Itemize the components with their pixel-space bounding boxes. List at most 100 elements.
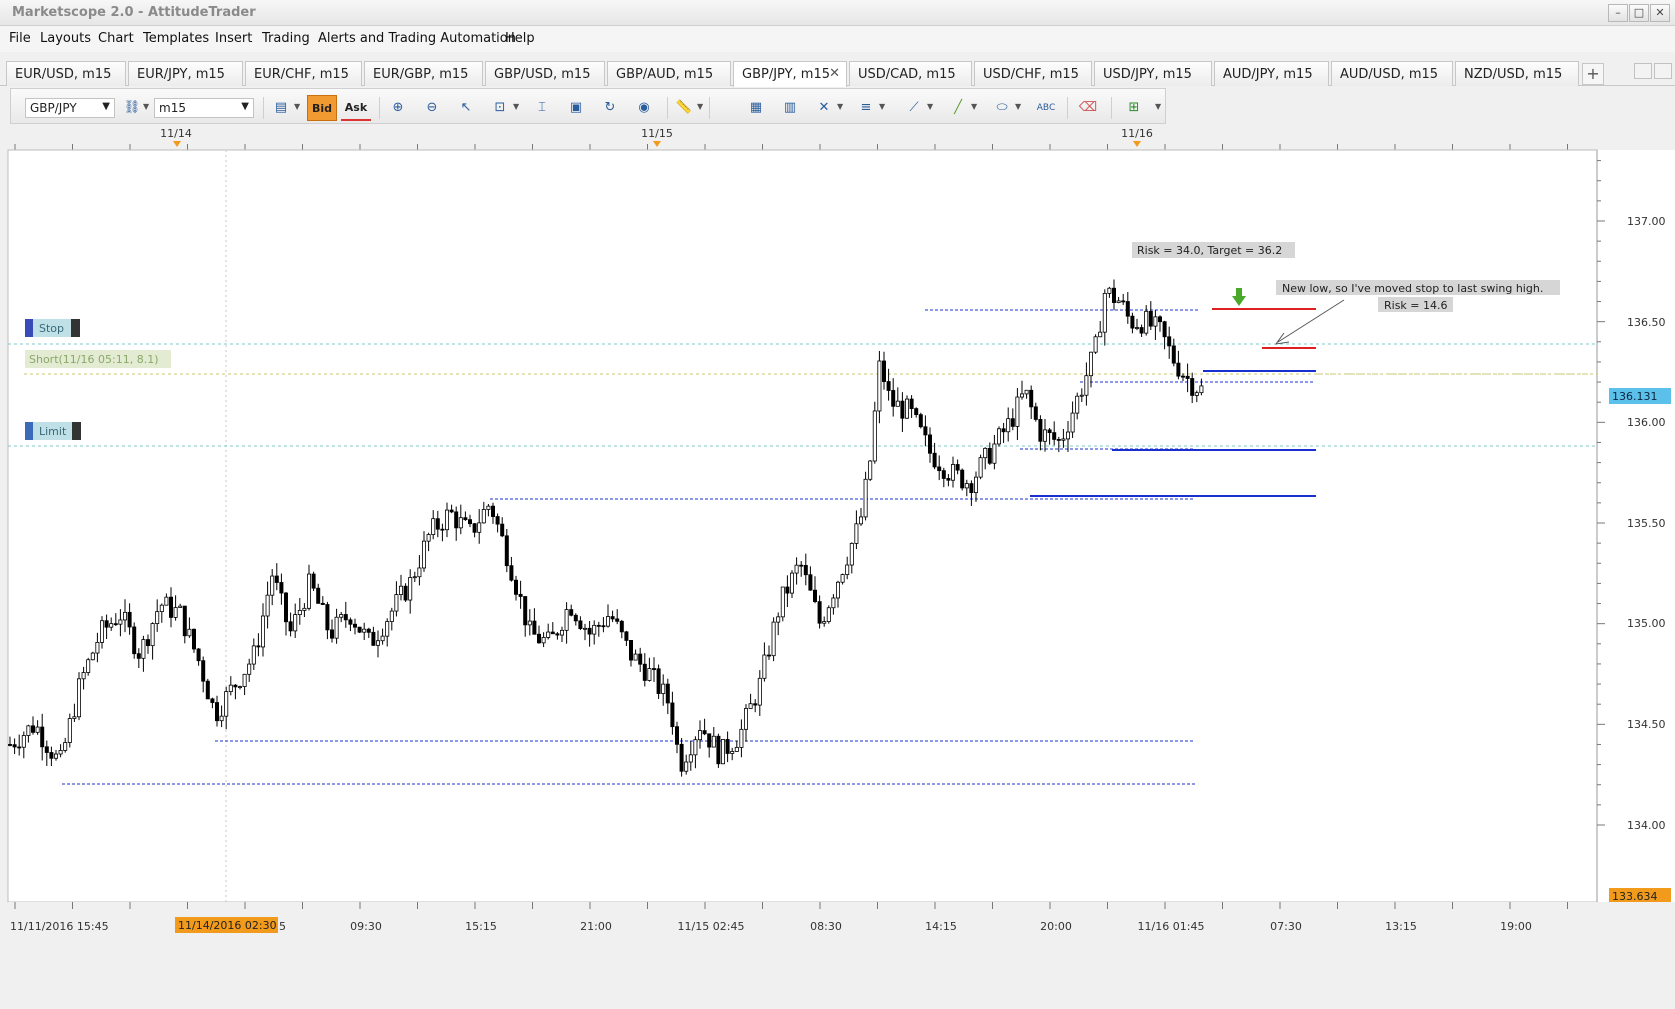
chevron-down-icon[interactable]: ▼ — [294, 102, 300, 111]
ruler-icon[interactable]: 📏 — [671, 95, 697, 121]
ask-button[interactable]: Ask — [341, 95, 371, 121]
candle — [514, 579, 519, 595]
menu-trading[interactable]: Trading — [262, 31, 310, 46]
chart-area[interactable]: 11/14 11/15 11/16 137.00 136.50 136.00 1… — [0, 124, 1675, 1009]
candle — [1116, 300, 1121, 303]
trendline-icon[interactable]: ⟋ — [901, 95, 927, 121]
tab-close-icon[interactable]: ✕ — [829, 66, 840, 81]
candle — [251, 645, 256, 665]
maximize-chart-button[interactable] — [1654, 63, 1672, 79]
menu-alerts[interactable]: Alerts and Trading Automation — [318, 31, 516, 46]
candle — [201, 660, 206, 682]
eraser-icon[interactable]: ⌫ — [1075, 95, 1101, 121]
image-icon[interactable]: ▦ — [743, 95, 769, 121]
chevron-down-icon[interactable]: ▼ — [927, 102, 933, 111]
chevron-down-icon[interactable]: ▼ — [879, 102, 885, 111]
tab-label: EUR/GBP, m15 — [373, 67, 469, 82]
limit-tag-close[interactable] — [72, 422, 81, 440]
candle — [490, 505, 495, 517]
timeframe-select[interactable]: m15 ▼ — [154, 98, 254, 118]
candle — [762, 654, 767, 679]
tab-eur-chf[interactable]: EUR/CHF, m15 — [245, 61, 362, 86]
tab-label: AUD/USD, m15 — [1340, 67, 1439, 82]
candle — [63, 742, 68, 751]
maximize-button[interactable]: □ — [1629, 4, 1649, 22]
ellipse-icon[interactable]: ⬭ — [989, 95, 1015, 121]
tab-aud-jpy[interactable]: AUD/JPY, m15 — [1214, 61, 1329, 86]
candle — [532, 620, 537, 635]
menu-help[interactable]: Help — [505, 31, 535, 46]
candle — [523, 596, 528, 626]
zoom-range-icon[interactable]: ⊡ — [487, 95, 513, 121]
candle — [178, 605, 183, 608]
candle — [421, 540, 426, 569]
hierarchy-icon[interactable]: ⊞ — [1121, 95, 1147, 121]
chart-type-icon[interactable]: ▤ — [268, 95, 294, 121]
tab-aud-usd[interactable]: AUD/USD, m15 — [1331, 61, 1453, 86]
chevron-down-icon[interactable]: ▼ — [697, 102, 703, 111]
candle — [509, 565, 514, 581]
cursor-icon[interactable]: ↖ — [453, 95, 479, 121]
tab-gbp-jpy[interactable]: GBP/JPY, m15 ✕ — [733, 61, 847, 87]
globe-icon[interactable]: ◉ — [631, 95, 657, 121]
tools-icon[interactable]: ✕ — [811, 95, 837, 121]
zoom-out-icon[interactable]: ⊖ — [419, 95, 445, 121]
risk-annotation[interactable]: Risk = 14.6 — [1384, 299, 1448, 312]
instrument-select[interactable]: GBP/JPY ▼ — [25, 98, 115, 118]
refresh-icon[interactable]: ↻ — [597, 95, 623, 121]
candle — [472, 523, 477, 533]
chevron-down-icon[interactable]: ▼ — [837, 102, 843, 111]
stop-tag-close[interactable] — [71, 319, 80, 337]
time-tick: 13:15 — [1385, 920, 1417, 933]
add-tab-button[interactable]: + — [1582, 63, 1604, 85]
candle — [946, 478, 951, 481]
close-window-button[interactable]: ✕ — [1650, 4, 1670, 22]
plot-area[interactable] — [7, 149, 1598, 903]
toolbar-overflow-icon[interactable]: ▼ — [1155, 102, 1161, 111]
bid-button[interactable]: Bid — [307, 95, 337, 121]
chevron-down-icon[interactable]: ▼ — [971, 102, 977, 111]
text-icon[interactable]: ABC — [1033, 95, 1059, 121]
pen-icon[interactable]: ╱ — [945, 95, 971, 121]
candle — [54, 753, 59, 759]
candle — [707, 733, 712, 748]
limit-tag-handle[interactable] — [25, 422, 33, 440]
template-icon[interactable]: ▥ — [777, 95, 803, 121]
menu-templates[interactable]: Templates — [143, 31, 209, 46]
lines-icon[interactable]: ≡ — [853, 95, 879, 121]
risk-target-annotation[interactable]: Risk = 34.0, Target = 36.2 — [1137, 244, 1282, 257]
tab-eur-jpy[interactable]: EUR/JPY, m15 — [128, 61, 243, 86]
candle — [1098, 331, 1103, 338]
data-window-icon[interactable]: ⌶ — [529, 95, 555, 121]
restore-chart-button[interactable] — [1634, 63, 1652, 79]
tab-gbp-aud[interactable]: GBP/AUD, m15 — [607, 61, 731, 86]
chevron-down-icon[interactable]: ▼ — [143, 102, 149, 111]
menu-file[interactable]: File — [9, 31, 31, 46]
menu-insert[interactable]: Insert — [215, 31, 252, 46]
candle — [790, 572, 795, 594]
snapshot-icon[interactable]: ▣ — [563, 95, 589, 121]
candle — [339, 614, 344, 618]
minimize-button[interactable]: – — [1608, 4, 1628, 22]
chevron-down-icon[interactable]: ▼ — [1015, 102, 1021, 111]
chevron-down-icon[interactable]: ▼ — [513, 102, 519, 111]
candle — [1153, 316, 1158, 327]
candle — [1167, 336, 1172, 347]
menu-layouts[interactable]: Layouts — [40, 31, 91, 46]
tab-gbp-usd[interactable]: GBP/USD, m15 — [485, 61, 605, 86]
candle — [463, 517, 468, 521]
link-icon[interactable]: ⛓ — [119, 95, 145, 121]
zoom-in-icon[interactable]: ⊕ — [385, 95, 411, 121]
price-chart[interactable]: 11/14 11/15 11/16 137.00 136.50 136.00 1… — [0, 124, 1675, 1009]
new-low-annotation[interactable]: New low, so I've moved stop to last swin… — [1282, 282, 1543, 295]
tab-usd-cad[interactable]: USD/CAD, m15 — [849, 61, 972, 86]
tab-usd-jpy[interactable]: USD/JPY, m15 — [1094, 61, 1212, 86]
tab-nzd-usd[interactable]: NZD/USD, m15 — [1455, 61, 1579, 86]
tab-eur-gbp[interactable]: EUR/GBP, m15 — [364, 61, 483, 86]
tab-usd-chf[interactable]: USD/CHF, m15 — [974, 61, 1092, 86]
menu-chart[interactable]: Chart — [98, 31, 134, 46]
candle — [1052, 432, 1057, 440]
stop-tag-handle[interactable] — [25, 319, 33, 337]
candle — [688, 754, 693, 763]
tab-eur-usd[interactable]: EUR/USD, m15 — [6, 61, 126, 86]
